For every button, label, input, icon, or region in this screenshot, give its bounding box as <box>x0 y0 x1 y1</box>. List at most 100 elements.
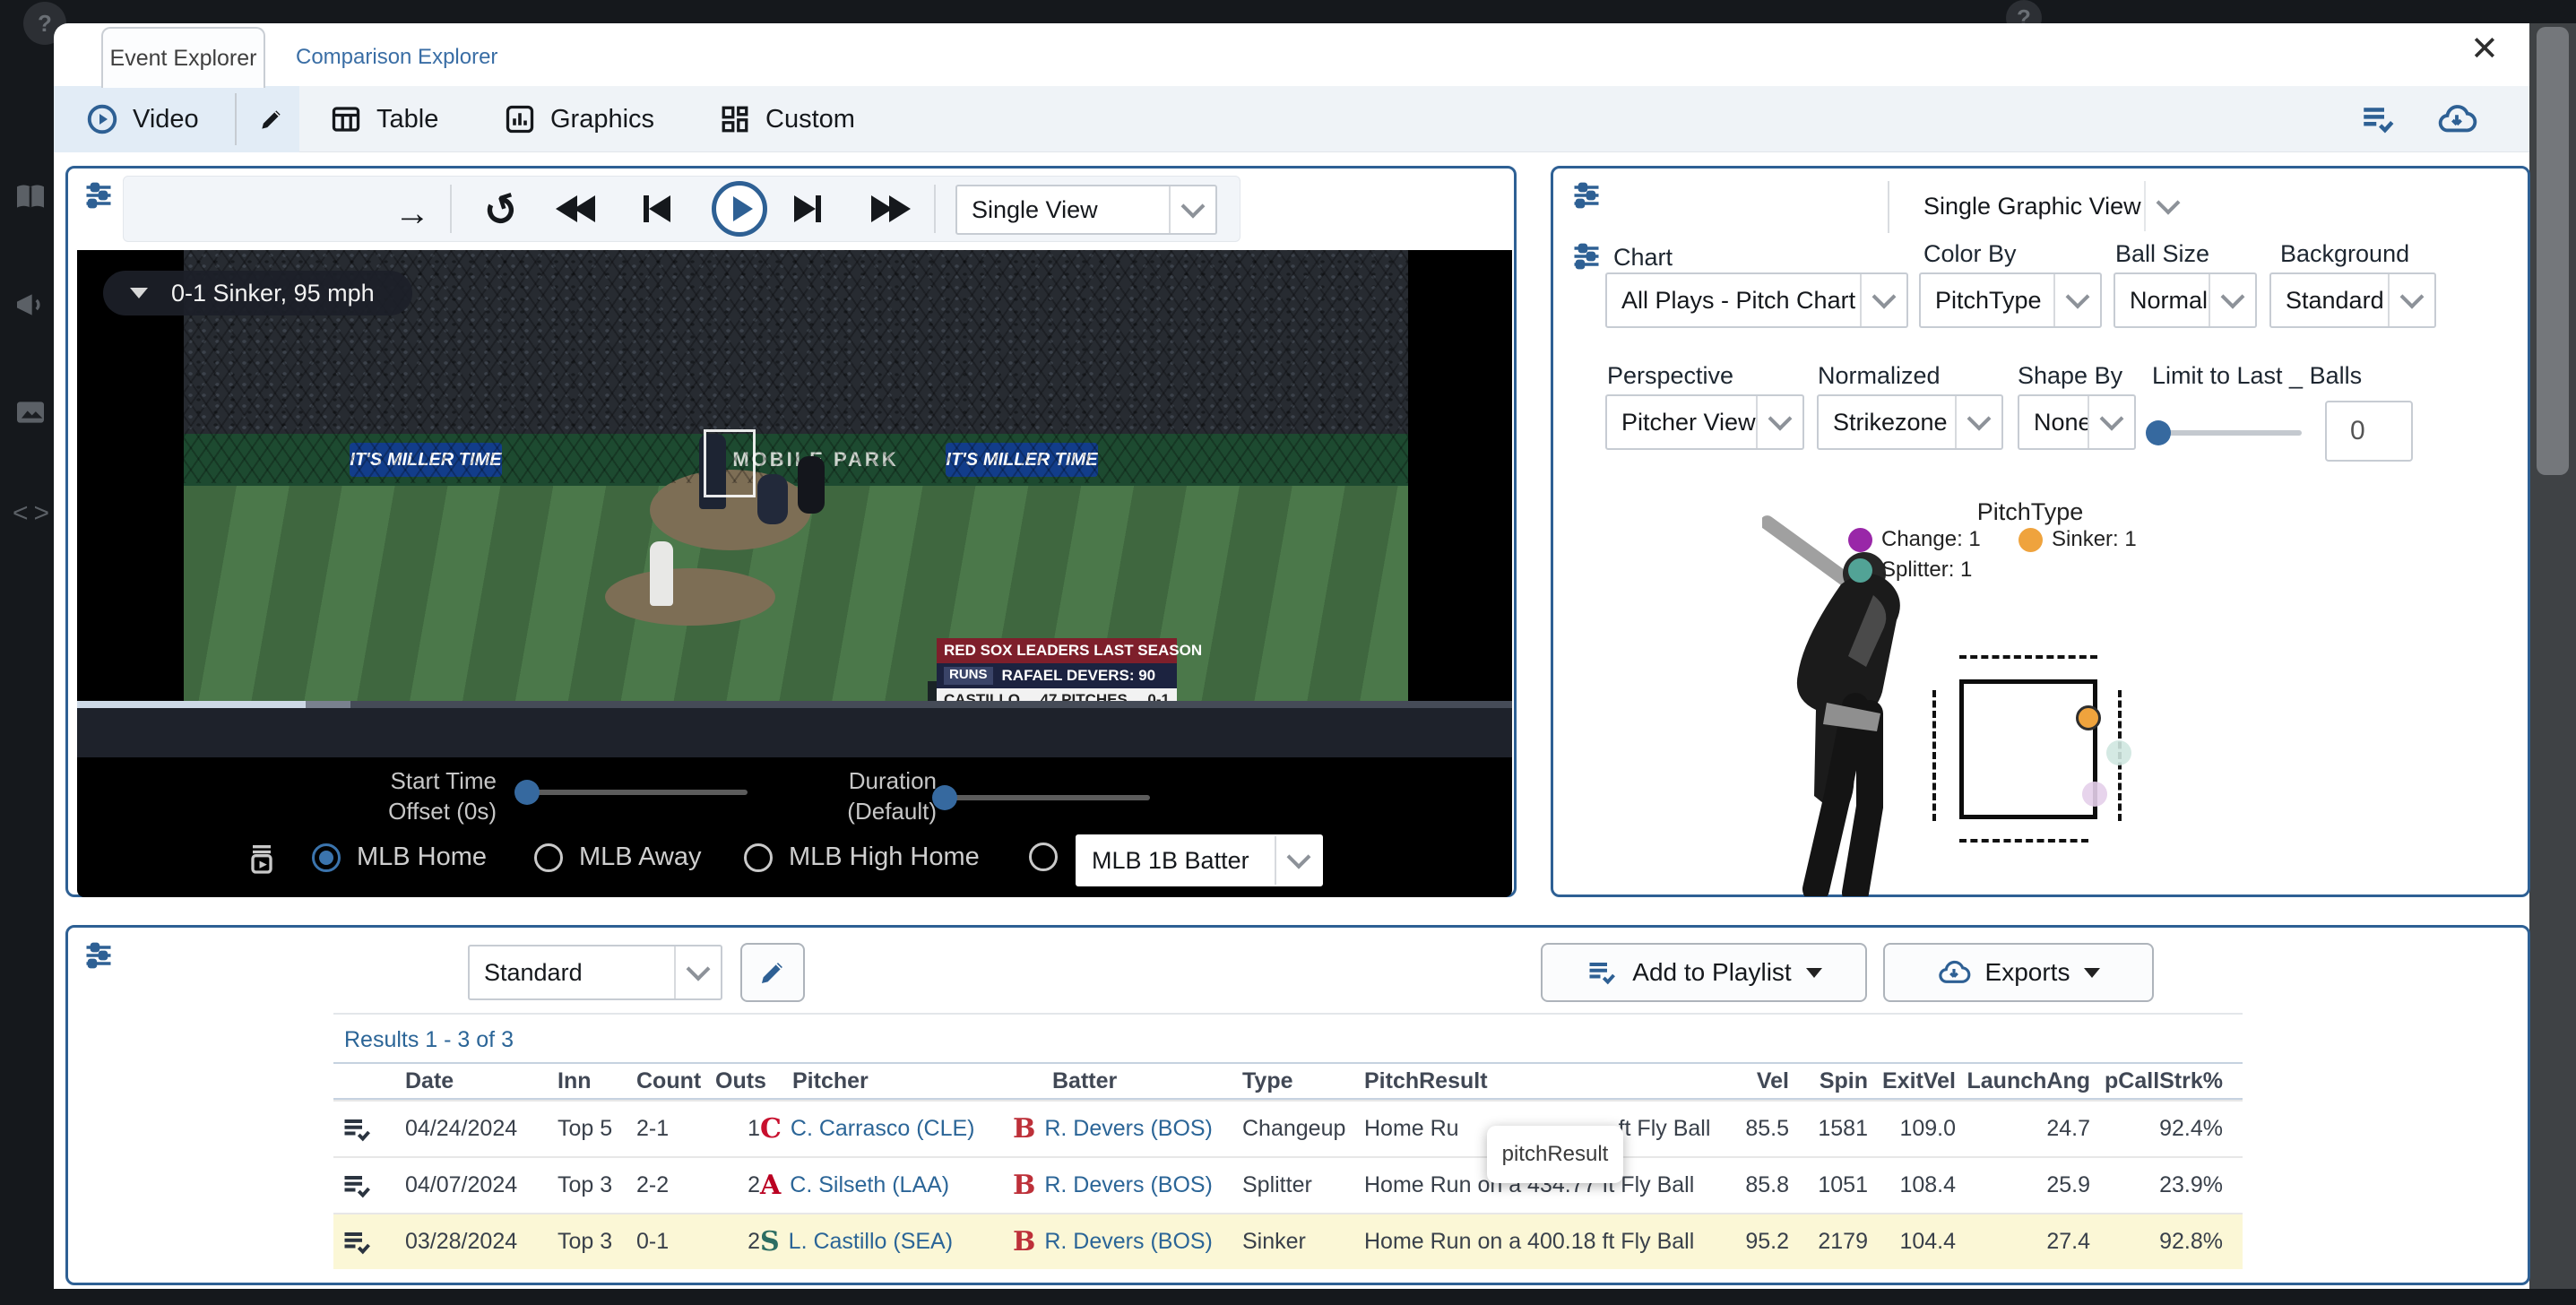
scrollbar-thumb[interactable] <box>2537 27 2569 475</box>
duration-slider[interactable] <box>939 795 1150 800</box>
exports-button[interactable]: Exports <box>1883 943 2154 1002</box>
leaders-stat: RAFAEL DEVERS: 90 <box>1002 667 1156 685</box>
camera-angle-icon <box>244 841 280 877</box>
team-logo-sea: S <box>760 1226 780 1257</box>
batter-link[interactable]: R. Devers (BOS) <box>1044 1172 1213 1198</box>
graphic-settings-icon[interactable] <box>1570 179 1603 212</box>
custom-mode-button[interactable]: Custom <box>719 86 855 152</box>
video-frame[interactable]: IT'S MILLER TIME MOBILE PARK IT'S MILLER… <box>184 250 1408 706</box>
table-row[interactable]: 04/24/2024 Top 5 2-1 1 CC. Carrasco (CLE… <box>333 1100 2243 1156</box>
chevron-down-icon <box>1275 836 1321 885</box>
start-time-label: Start TimeOffset (0s) <box>366 766 497 827</box>
background-label: Background <box>2280 240 2409 268</box>
previous-pitch-icon[interactable] <box>644 195 670 222</box>
video-settings-icon[interactable] <box>82 179 115 212</box>
edit-video-button[interactable] <box>258 86 285 152</box>
megaphone-icon[interactable] <box>13 287 48 323</box>
chart-select[interactable]: All Plays - Pitch Chart <box>1605 272 1908 328</box>
limit-slider[interactable] <box>2153 430 2302 436</box>
book-icon[interactable] <box>13 179 48 215</box>
team-logo-bos: B <box>1013 1226 1035 1257</box>
background-select[interactable]: Standard <box>2269 272 2436 328</box>
graphics-mode-button[interactable]: Graphics <box>504 86 654 152</box>
angle-option-custom[interactable] <box>1029 843 1058 871</box>
results-count[interactable]: Results 1 - 3 of 3 <box>333 1015 2243 1062</box>
shape-by-select[interactable]: None <box>2018 394 2136 450</box>
normalized-select[interactable]: Strikezone <box>1817 394 2003 450</box>
legend-entry: Sinker: 1 <box>2018 527 2137 552</box>
angle-select[interactable]: MLB 1B Batter <box>1076 834 1323 886</box>
batter-link[interactable]: R. Devers (BOS) <box>1044 1116 1213 1142</box>
row-playlist-icon[interactable] <box>341 1113 373 1145</box>
pitcher-link[interactable]: L. Castillo (SEA) <box>789 1229 953 1255</box>
legend-dot <box>1848 528 1872 552</box>
chart-settings-icon[interactable] <box>1570 240 1603 272</box>
team-logo-bos: B <box>1013 1170 1035 1201</box>
play-circle-icon <box>86 103 118 135</box>
start-time-slider[interactable] <box>522 790 748 795</box>
cloud-download-icon <box>1937 955 1971 990</box>
row-playlist-icon[interactable] <box>341 1226 373 1258</box>
fast-forward-icon[interactable] <box>871 195 911 222</box>
rewind-icon[interactable] <box>556 195 595 222</box>
legend-title: PitchType <box>1927 498 2133 526</box>
preset-select[interactable]: Standard <box>468 945 722 1000</box>
radio-icon <box>1029 843 1058 871</box>
toolbar-divider <box>235 93 237 145</box>
angle-option-away[interactable]: MLB Away <box>534 843 701 872</box>
pitcher-link[interactable]: C. Silseth (LAA) <box>790 1172 949 1198</box>
umpire-figure <box>798 456 825 514</box>
perspective-select[interactable]: Pitcher View <box>1605 394 1804 450</box>
team-logo-bos: B <box>1013 1113 1035 1145</box>
chevron-down-icon <box>1860 274 1906 326</box>
legend-dot <box>1848 558 1872 583</box>
legend-entry: Splitter: 1 <box>1848 557 1981 583</box>
cloud-download-icon[interactable] <box>2436 99 2477 140</box>
tab-event-explorer[interactable]: Event Explorer <box>101 27 265 88</box>
view-mode-select[interactable]: Single View <box>955 185 1217 235</box>
legend-entry: Change: 1 <box>1848 527 1981 552</box>
pitch-arrow-icon[interactable]: → <box>394 194 430 234</box>
radio-icon <box>744 843 773 872</box>
edit-preset-button[interactable] <box>740 943 805 1002</box>
transport-divider-2 <box>934 185 936 233</box>
limit-input[interactable]: 0 <box>2325 401 2413 462</box>
table-row-selected[interactable]: 03/28/2024 Top 3 0-1 2 SL. Castillo (SEA… <box>333 1213 2243 1269</box>
color-by-select[interactable]: PitchType <box>1919 272 2102 328</box>
graphic-view-select[interactable]: Single Graphic View <box>1907 179 2192 233</box>
zone-dashed-left <box>1932 690 1936 821</box>
chevron-down-icon <box>2209 274 2255 326</box>
table-mode-button[interactable]: Table <box>330 86 438 152</box>
chevron-down-icon <box>2144 181 2191 231</box>
angle-option-home[interactable]: MLB Home <box>312 843 487 872</box>
catcher-figure <box>757 474 788 524</box>
row-playlist-icon[interactable] <box>341 1170 373 1202</box>
angle-option-high-home[interactable]: MLB High Home <box>744 843 980 872</box>
normalized-label: Normalized <box>1818 362 1941 390</box>
video-seekbar[interactable] <box>77 701 1512 708</box>
pitch-info-pill[interactable]: 0-1 Sinker, 95 mph <box>103 271 412 315</box>
tab-comparison-explorer[interactable]: Comparison Explorer <box>296 27 497 88</box>
ball-size-select[interactable]: Normal <box>2114 272 2257 328</box>
chevron-down-icon <box>674 946 721 998</box>
transport-divider <box>450 185 452 233</box>
next-pitch-icon[interactable] <box>794 195 821 222</box>
team-logo-laa: A <box>760 1170 781 1201</box>
close-icon[interactable]: ✕ <box>2470 32 2499 66</box>
radio-icon <box>534 843 563 872</box>
table-row[interactable]: 04/07/2024 Top 3 2-2 2 AC. Silseth (LAA)… <box>333 1156 2243 1213</box>
pitcher-link[interactable]: C. Carrasco (CLE) <box>791 1116 975 1142</box>
collapse-icon[interactable]: <> <box>13 498 55 529</box>
add-to-playlist-button[interactable]: Add to Playlist <box>1541 943 1867 1002</box>
play-button[interactable] <box>712 181 767 237</box>
chevron-down-icon <box>1169 186 1215 233</box>
ball-size-label: Ball Size <box>2115 240 2209 268</box>
playlist-check-icon[interactable] <box>2359 100 2397 138</box>
pitch-ball-splitter <box>2106 740 2131 765</box>
video-mode-button[interactable]: Video <box>86 86 199 152</box>
results-settings-icon[interactable] <box>82 939 115 972</box>
batter-link[interactable]: R. Devers (BOS) <box>1044 1229 1213 1255</box>
image-icon[interactable] <box>13 394 48 430</box>
zone-dashed-top <box>1959 655 2097 659</box>
caret-down-icon <box>2084 968 2100 978</box>
